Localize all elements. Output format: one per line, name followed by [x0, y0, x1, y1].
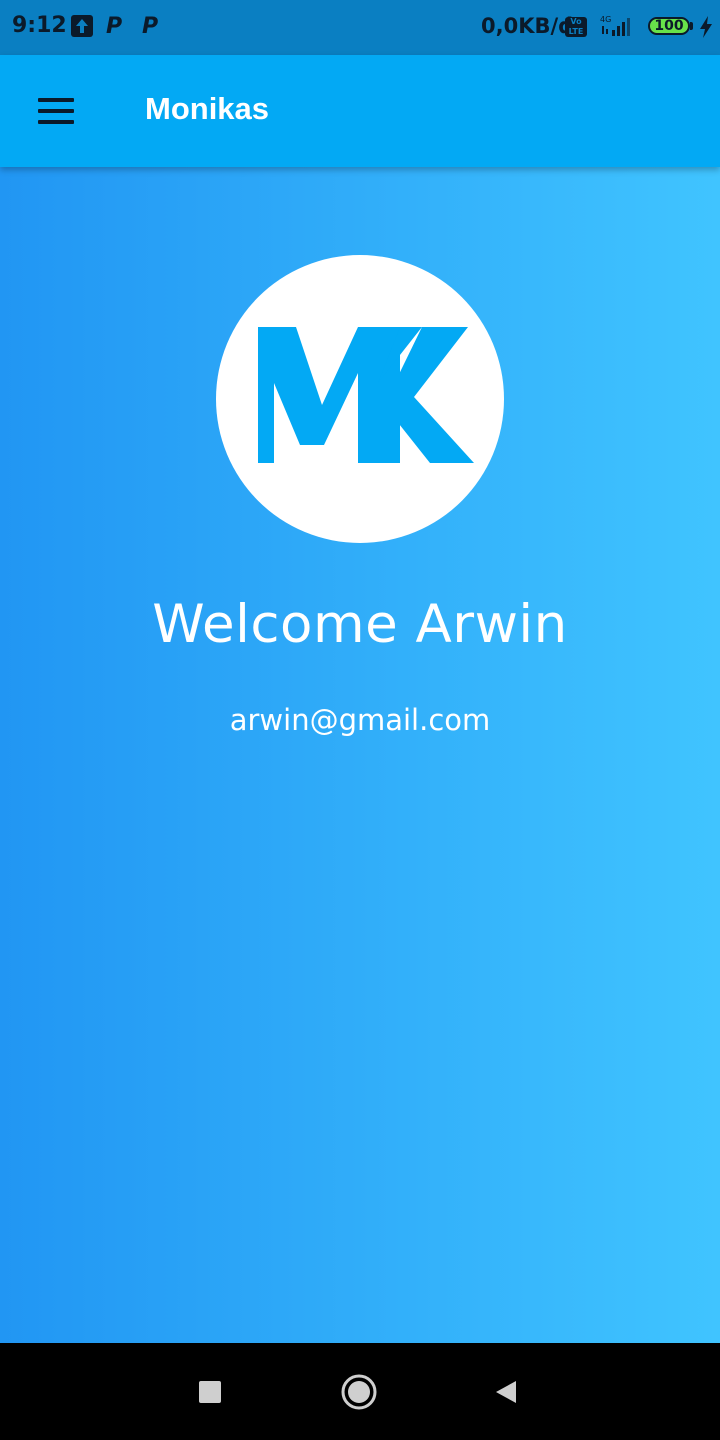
mk-logo: MK	[258, 327, 474, 463]
hamburger-menu-icon[interactable]	[26, 85, 86, 137]
battery-icon: 100	[648, 17, 690, 35]
menu-line	[38, 98, 74, 102]
avatar: MK	[216, 255, 504, 543]
parking-icon: P	[142, 14, 159, 39]
welcome-heading: Welcome Arwin	[152, 594, 568, 655]
menu-line	[38, 109, 74, 113]
status-time: 9:12	[12, 13, 67, 38]
user-email: arwin@gmail.com	[229, 703, 491, 737]
menu-line	[38, 120, 74, 124]
home-icon[interactable]	[340, 1373, 378, 1411]
recents-icon[interactable]	[199, 1381, 221, 1403]
battery-cap	[690, 22, 693, 30]
charging-icon	[700, 16, 712, 38]
app-title: Monikas	[145, 91, 270, 126]
status-bar: 9:12 P P 0,0KB/d Vo LTE 4G 100	[0, 0, 720, 55]
network-type-label: 4G	[600, 15, 611, 24]
parking-icon: P	[106, 14, 123, 39]
network-speed: 0,0KB/d	[481, 14, 574, 38]
volte-icon: Vo LTE	[565, 17, 587, 37]
navigation-bar	[0, 1343, 720, 1440]
main-content: MK Welcome Arwin arwin@gmail.com	[0, 167, 720, 1343]
app-bar: Monikas	[0, 55, 720, 167]
back-icon[interactable]	[494, 1379, 518, 1405]
signal-icon: 4G	[600, 15, 630, 36]
upload-icon	[71, 15, 93, 37]
